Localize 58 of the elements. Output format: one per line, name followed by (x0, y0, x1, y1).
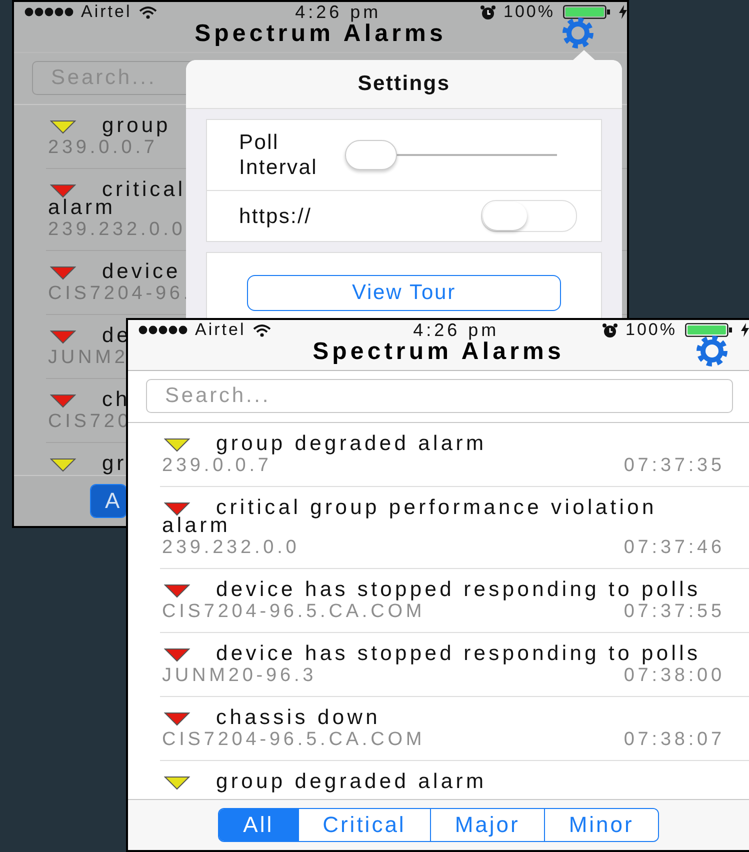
app-title: Spectrum Alarms (312, 340, 564, 364)
carrier-label: Airtel (195, 320, 246, 340)
alarm-source: 239.0.0.7 (48, 138, 158, 158)
carrier-label: Airtel (81, 2, 132, 22)
poll-interval-label: Poll Interval (239, 130, 318, 180)
https-toggle[interactable] (481, 200, 577, 232)
filter-tab[interactable]: A (91, 485, 126, 517)
alarm-source: JUNM2 (48, 348, 128, 368)
alarm-time: 07:37:35 (624, 456, 725, 476)
alarm-source: 239.232.0.0 (48, 220, 186, 240)
wifi-icon (138, 6, 157, 18)
alarm-title: gr (102, 455, 127, 473)
battery-icon (684, 323, 733, 337)
alarm-time: 07:37:55 (624, 602, 725, 622)
clock-time: 4:26 pm (413, 320, 500, 340)
popover-title: Settings (358, 72, 450, 96)
slider-thumb[interactable] (345, 140, 397, 170)
clock-time: 4:26 pm (295, 2, 382, 22)
view-tour-button[interactable]: View Tour (247, 275, 561, 311)
alarm-source: CIS7204-96.5.CA.COM (162, 602, 426, 622)
alarm-source: 239.0.0.7 (162, 456, 272, 476)
alarm-title: device has stopped responding to polls (215, 581, 702, 599)
alarm-source: JUNM20-96.3 (162, 666, 317, 686)
alarm-title: device (102, 263, 181, 281)
signal-icon (24, 7, 74, 17)
alarm-title: group degraded alarm (215, 773, 488, 791)
alarm-source: CIS7204-96. (48, 284, 192, 304)
alarm-clock-icon (480, 4, 496, 20)
filter-tab[interactable]: Major (430, 809, 544, 841)
alarm-title: chassis down (215, 709, 382, 727)
settings-icon[interactable] (695, 334, 729, 368)
alarm-title: group (102, 117, 171, 135)
alarm-title: device has stopped responding to polls (215, 645, 702, 663)
settings-icon[interactable] (561, 16, 595, 50)
filter-tab[interactable]: Critical (298, 809, 430, 841)
alarm-title: critical (102, 181, 186, 199)
alarm-title: group degraded alarm (215, 435, 488, 453)
app-title: Spectrum Alarms (194, 22, 446, 46)
alarm-title: critical group performance violation alarm (162, 499, 658, 535)
lightning-icon (740, 323, 749, 337)
battery-percent: 100% (504, 2, 555, 22)
alarm-source: 239.232.0.0 (162, 538, 300, 558)
filter-tab[interactable]: All (219, 809, 298, 841)
https-label: https:// (239, 204, 312, 228)
filter-tab[interactable]: Minor (544, 809, 658, 841)
lightning-icon (618, 5, 627, 19)
alarm-source: CIS7204-96.5.CA.COM (162, 730, 426, 750)
alarm-time: 07:38:00 (624, 666, 725, 686)
alarm-time: 07:38:07 (624, 730, 725, 750)
wifi-icon (252, 324, 271, 336)
battery-percent: 100% (626, 320, 677, 340)
search-field[interactable]: Search... (146, 379, 733, 413)
signal-icon (138, 325, 188, 335)
alarm-clock-icon (602, 322, 618, 338)
alarm-title: alarm (48, 199, 116, 217)
battery-icon (562, 5, 611, 19)
alarm-title: ch (102, 391, 130, 409)
alarm-time: 07:37:46 (624, 538, 725, 558)
